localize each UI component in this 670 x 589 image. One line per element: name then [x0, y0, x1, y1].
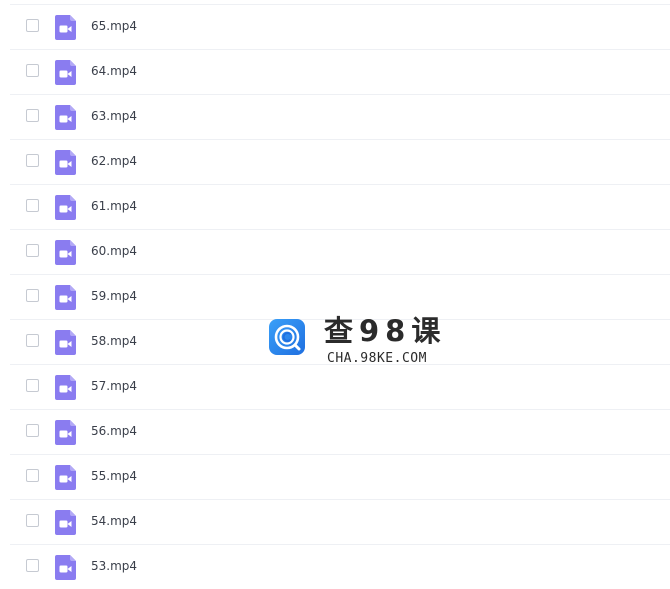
video-file-icon [55, 420, 76, 445]
video-file-icon [55, 555, 76, 580]
file-name[interactable]: 53.mp4 [91, 558, 137, 574]
file-checkbox[interactable] [26, 199, 39, 212]
file-row[interactable]: 53.mp4 [10, 544, 670, 589]
file-checkbox[interactable] [26, 424, 39, 437]
file-row[interactable]: 56.mp4 [10, 409, 670, 454]
file-checkbox[interactable] [26, 154, 39, 167]
file-name[interactable]: 62.mp4 [91, 153, 137, 169]
cha98ke-logo-icon [269, 319, 305, 355]
file-checkbox[interactable] [26, 289, 39, 302]
file-row[interactable]: 62.mp4 [10, 139, 670, 184]
file-name[interactable]: 56.mp4 [91, 423, 137, 439]
file-name[interactable]: 60.mp4 [91, 243, 137, 259]
file-row[interactable]: 63.mp4 [10, 94, 670, 139]
video-file-icon [55, 510, 76, 535]
video-file-icon [55, 240, 76, 265]
watermark: 查98课 CHA.98KE.COM [268, 313, 448, 373]
file-name[interactable]: 54.mp4 [91, 513, 137, 529]
file-checkbox[interactable] [26, 19, 39, 32]
file-name[interactable]: 55.mp4 [91, 468, 137, 484]
file-checkbox[interactable] [26, 514, 39, 527]
file-row[interactable]: 65.mp4 [10, 4, 670, 49]
video-file-icon [55, 15, 76, 40]
file-name[interactable]: 59.mp4 [91, 288, 137, 304]
file-checkbox[interactable] [26, 244, 39, 257]
file-name[interactable]: 61.mp4 [91, 198, 137, 214]
file-row[interactable]: 60.mp4 [10, 229, 670, 274]
watermark-title: 查98课 [324, 314, 447, 348]
file-name[interactable]: 65.mp4 [91, 18, 137, 34]
video-file-icon [55, 285, 76, 310]
file-row[interactable]: 61.mp4 [10, 184, 670, 229]
file-checkbox[interactable] [26, 379, 39, 392]
file-row[interactable]: 54.mp4 [10, 499, 670, 544]
watermark-subtitle: CHA.98KE.COM [327, 351, 427, 366]
file-row[interactable]: 55.mp4 [10, 454, 670, 499]
file-name[interactable]: 58.mp4 [91, 333, 137, 349]
file-name[interactable]: 63.mp4 [91, 108, 137, 124]
file-checkbox[interactable] [26, 469, 39, 482]
video-file-icon [55, 465, 76, 490]
video-file-icon [55, 375, 76, 400]
video-file-icon [55, 150, 76, 175]
file-name[interactable]: 64.mp4 [91, 63, 137, 79]
file-checkbox[interactable] [26, 109, 39, 122]
file-list: 65.mp4 64.mp4 63.mp4 62.mp4 61.mp4 60.mp… [0, 0, 670, 588]
file-row[interactable]: 64.mp4 [10, 49, 670, 94]
video-file-icon [55, 330, 76, 355]
file-checkbox[interactable] [26, 559, 39, 572]
file-checkbox[interactable] [26, 64, 39, 77]
video-file-icon [55, 60, 76, 85]
video-file-icon [55, 195, 76, 220]
video-file-icon [55, 105, 76, 130]
file-name[interactable]: 57.mp4 [91, 378, 137, 394]
file-checkbox[interactable] [26, 334, 39, 347]
